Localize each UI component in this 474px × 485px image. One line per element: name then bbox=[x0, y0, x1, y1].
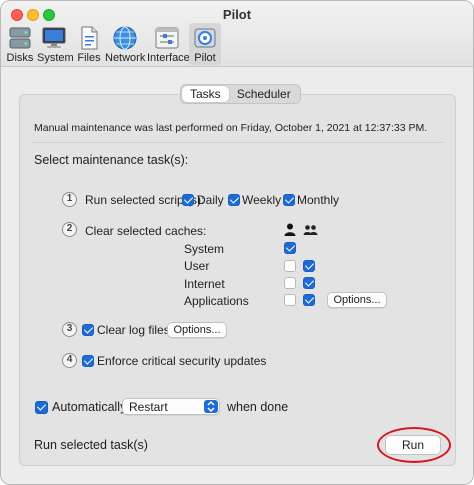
clear-log-files-label: Clear log files bbox=[97, 323, 170, 337]
applications-cache-all-users-checkbox[interactable] bbox=[303, 294, 315, 306]
selected-action-value: Restart bbox=[129, 400, 168, 414]
when-done-label: when done bbox=[227, 400, 289, 414]
daily-checkbox[interactable] bbox=[182, 194, 194, 206]
user-cache-user-checkbox[interactable] bbox=[284, 260, 296, 272]
toolbar-item-network[interactable]: Network bbox=[105, 23, 145, 65]
last-maintenance-text: Manual maintenance was last performed on… bbox=[34, 122, 428, 134]
disks-icon bbox=[9, 27, 31, 49]
cache-user-label: User bbox=[184, 259, 210, 273]
automatically-checkbox[interactable] bbox=[35, 401, 48, 414]
cache-options-button[interactable]: Options... bbox=[327, 292, 387, 308]
monthly-checkbox[interactable] bbox=[283, 194, 295, 206]
network-icon bbox=[113, 26, 137, 50]
interface-icon bbox=[155, 27, 179, 49]
task-clear-caches-label: Clear selected caches: bbox=[85, 224, 207, 238]
cache-internet-label: Internet bbox=[184, 277, 225, 291]
section-title: Select maintenance task(s): bbox=[34, 153, 189, 167]
multiple-users-icon bbox=[303, 225, 318, 235]
toolbar-item-pilot[interactable]: Pilot bbox=[189, 23, 221, 65]
weekly-label: Weekly bbox=[242, 193, 282, 207]
system-icon bbox=[42, 27, 66, 48]
automatically-label: Automatically bbox=[52, 400, 127, 414]
when-done-action-select[interactable]: Restart bbox=[122, 398, 220, 415]
applications-cache-user-checkbox[interactable] bbox=[284, 294, 296, 306]
pilot-icon bbox=[194, 28, 216, 48]
enforce-security-updates-label: Enforce critical security updates bbox=[97, 354, 267, 368]
tab-scheduler[interactable]: Scheduler bbox=[229, 86, 299, 102]
toolbar-label: Network bbox=[105, 52, 146, 64]
toolbar-item-system[interactable]: System bbox=[37, 23, 74, 65]
weekly-checkbox[interactable] bbox=[228, 194, 240, 206]
step-number-3: 3 bbox=[62, 322, 77, 337]
toolbar-item-disks[interactable]: Disks bbox=[5, 23, 35, 65]
toolbar-label: Disks bbox=[6, 52, 34, 64]
user-cache-all-users-checkbox[interactable] bbox=[303, 260, 315, 272]
highlight-ring bbox=[377, 427, 451, 463]
toolbar-label: Interface bbox=[147, 52, 190, 64]
daily-label: Daily bbox=[197, 193, 224, 207]
enforce-security-updates-checkbox[interactable] bbox=[82, 355, 94, 367]
run-selected-tasks-label: Run selected task(s) bbox=[34, 438, 148, 452]
window-title: Pilot bbox=[222, 7, 252, 22]
toolbar-item-interface[interactable]: Interface bbox=[147, 23, 190, 65]
title-bar: Pilot Disks System Files Network Interfa… bbox=[1, 1, 473, 67]
popup-arrows-icon bbox=[204, 400, 218, 413]
single-user-icon bbox=[284, 223, 296, 236]
internet-cache-all-users-checkbox[interactable] bbox=[303, 277, 315, 289]
tab-control: Tasks Scheduler bbox=[180, 84, 301, 104]
cache-applications-label: Applications bbox=[184, 294, 249, 308]
clear-log-files-checkbox[interactable] bbox=[82, 324, 94, 336]
files-icon bbox=[81, 26, 98, 50]
toolbar-label: System bbox=[37, 52, 74, 64]
toolbar-label: Files bbox=[77, 52, 101, 64]
step-number-2: 2 bbox=[62, 222, 77, 237]
internet-cache-user-checkbox[interactable] bbox=[284, 277, 296, 289]
divider bbox=[31, 142, 444, 143]
toolbar-item-files[interactable]: Files bbox=[75, 23, 103, 65]
monthly-label: Monthly bbox=[297, 193, 340, 207]
system-cache-user-checkbox[interactable] bbox=[284, 242, 296, 254]
toolbar-label: Pilot bbox=[194, 52, 216, 64]
pilot-window: Pilot Disks System Files Network Interfa… bbox=[0, 0, 474, 485]
cache-system-label: System bbox=[184, 242, 225, 256]
step-number-1: 1 bbox=[62, 192, 77, 207]
step-number-4: 4 bbox=[62, 353, 77, 368]
log-options-button[interactable]: Options... bbox=[167, 322, 227, 338]
tab-tasks[interactable]: Tasks bbox=[182, 86, 229, 102]
